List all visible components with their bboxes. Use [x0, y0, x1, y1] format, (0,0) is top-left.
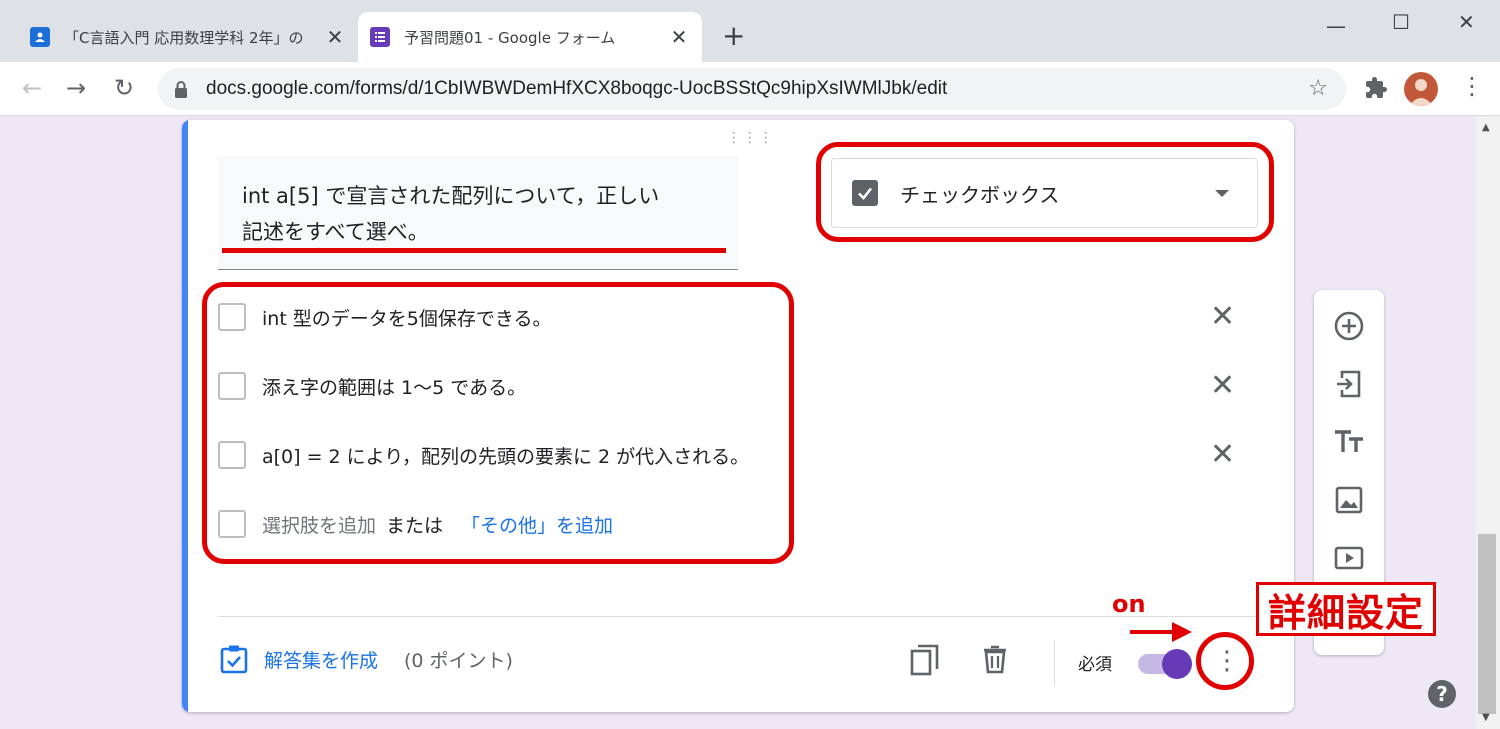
import-questions-icon[interactable]: [1333, 368, 1365, 400]
annotation-arrow-icon: [1130, 622, 1192, 642]
question-title-line2: 記述をすべて選べ。: [242, 220, 429, 244]
close-window-icon[interactable]: ✕: [1458, 10, 1475, 34]
required-toggle[interactable]: [1138, 649, 1192, 679]
annotation-type-box: [816, 142, 1274, 242]
close-tab-icon[interactable]: ✕: [668, 25, 690, 49]
scroll-down-icon[interactable]: ▼: [1482, 712, 1490, 723]
address-bar[interactable]: docs.google.com/forms/d/1CbIWBWDemHfXCX8…: [158, 68, 1346, 110]
add-question-icon[interactable]: [1333, 310, 1365, 342]
scroll-thumb[interactable]: [1478, 534, 1496, 714]
annotation-question-underline: [222, 248, 726, 253]
footer-separator: [1054, 640, 1055, 686]
active-card-accent: [182, 120, 188, 712]
forward-icon[interactable]: →: [66, 74, 86, 102]
drag-handle-icon[interactable]: ⋮⋮⋮: [727, 130, 775, 146]
answer-key-label: 解答集を作成: [264, 649, 379, 672]
add-video-icon[interactable]: [1333, 542, 1365, 574]
toggle-knob: [1162, 649, 1192, 679]
reload-icon[interactable]: ↻: [114, 74, 134, 102]
answer-key-icon: [220, 645, 248, 674]
points-text: (0 ポイント): [404, 649, 513, 672]
annotation-on-label: on: [1112, 590, 1146, 618]
url-text: docs.google.com/forms/d/1CbIWBWDemHfXCX8…: [206, 78, 948, 99]
add-title-icon[interactable]: [1333, 426, 1365, 458]
bookmark-star-icon[interactable]: ☆: [1308, 76, 1328, 101]
profile-avatar[interactable]: [1404, 72, 1438, 106]
minimize-icon[interactable]: —: [1326, 14, 1346, 38]
required-label: 必須: [1078, 655, 1112, 675]
delete-icon[interactable]: [982, 644, 1008, 674]
answer-key-button[interactable]: 解答集を作成 (0 ポイント): [220, 644, 513, 674]
scroll-up-icon[interactable]: ▲: [1482, 122, 1490, 133]
lock-icon: [175, 81, 187, 98]
page-scrollbar[interactable]: ▲ ▼: [1476, 116, 1500, 729]
annotation-more-circle: [1196, 632, 1254, 690]
maximize-icon[interactable]: ☐: [1392, 10, 1410, 34]
annotation-options-box: [202, 282, 794, 564]
annotation-settings-label: 詳細設定: [1256, 582, 1436, 636]
back-icon[interactable]: ←: [22, 74, 42, 102]
tab-title: 「C言語入門 応用数理学科 2年」の: [64, 28, 304, 47]
classroom-icon: [30, 27, 50, 47]
tab-strip: 「C言語入門 応用数理学科 2年」の ✕ 予習問題01 - Google フォー…: [0, 0, 1500, 62]
question-title-line1: int a[5] で宣言された配列について，正しい: [242, 184, 660, 208]
close-tab-icon[interactable]: ✕: [324, 25, 346, 49]
extensions-icon[interactable]: [1364, 76, 1388, 100]
new-tab-icon[interactable]: +: [722, 22, 745, 50]
remove-option-icon[interactable]: ✕: [1210, 440, 1235, 470]
tab-classroom[interactable]: 「C言語入門 応用数理学科 2年」の ✕: [18, 12, 358, 62]
remove-option-icon[interactable]: ✕: [1210, 371, 1235, 401]
add-image-icon[interactable]: [1333, 484, 1365, 516]
tab-title: 予習問題01 - Google フォーム: [404, 28, 616, 47]
remove-option-icon[interactable]: ✕: [1210, 302, 1235, 332]
help-icon[interactable]: ?: [1428, 680, 1456, 708]
browser-menu-icon[interactable]: ⋮: [1460, 72, 1484, 100]
duplicate-icon[interactable]: [910, 644, 940, 676]
tab-forms[interactable]: 予習問題01 - Google フォーム ✕: [358, 12, 702, 62]
browser-toolbar: ← → ↻ docs.google.com/forms/d/1CbIWBWDem…: [0, 62, 1500, 116]
forms-icon: [370, 27, 390, 47]
